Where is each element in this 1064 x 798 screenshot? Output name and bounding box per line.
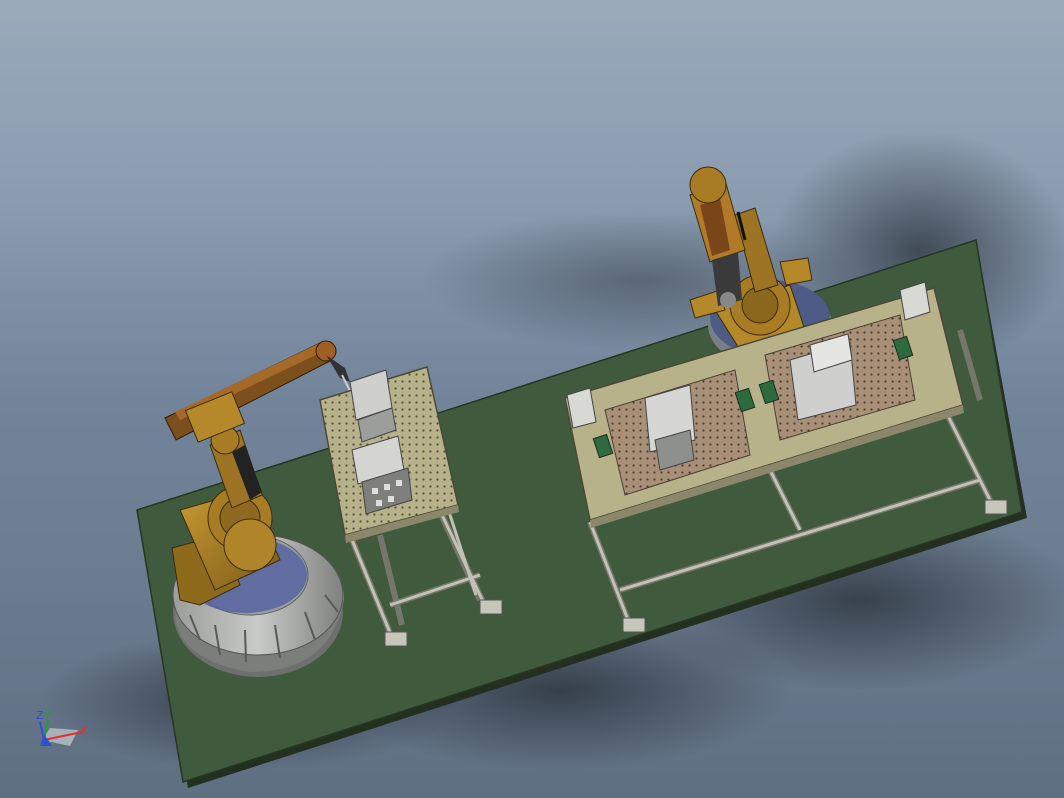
y-axis-label: Y	[44, 710, 51, 723]
robot-cell-model[interactable]	[0, 0, 1064, 798]
cad-viewport[interactable]: X Y Z	[0, 0, 1064, 798]
x-axis-label: X	[80, 724, 88, 737]
axis-triad: X Y Z	[30, 700, 100, 760]
z-axis-label: Z	[36, 709, 44, 722]
